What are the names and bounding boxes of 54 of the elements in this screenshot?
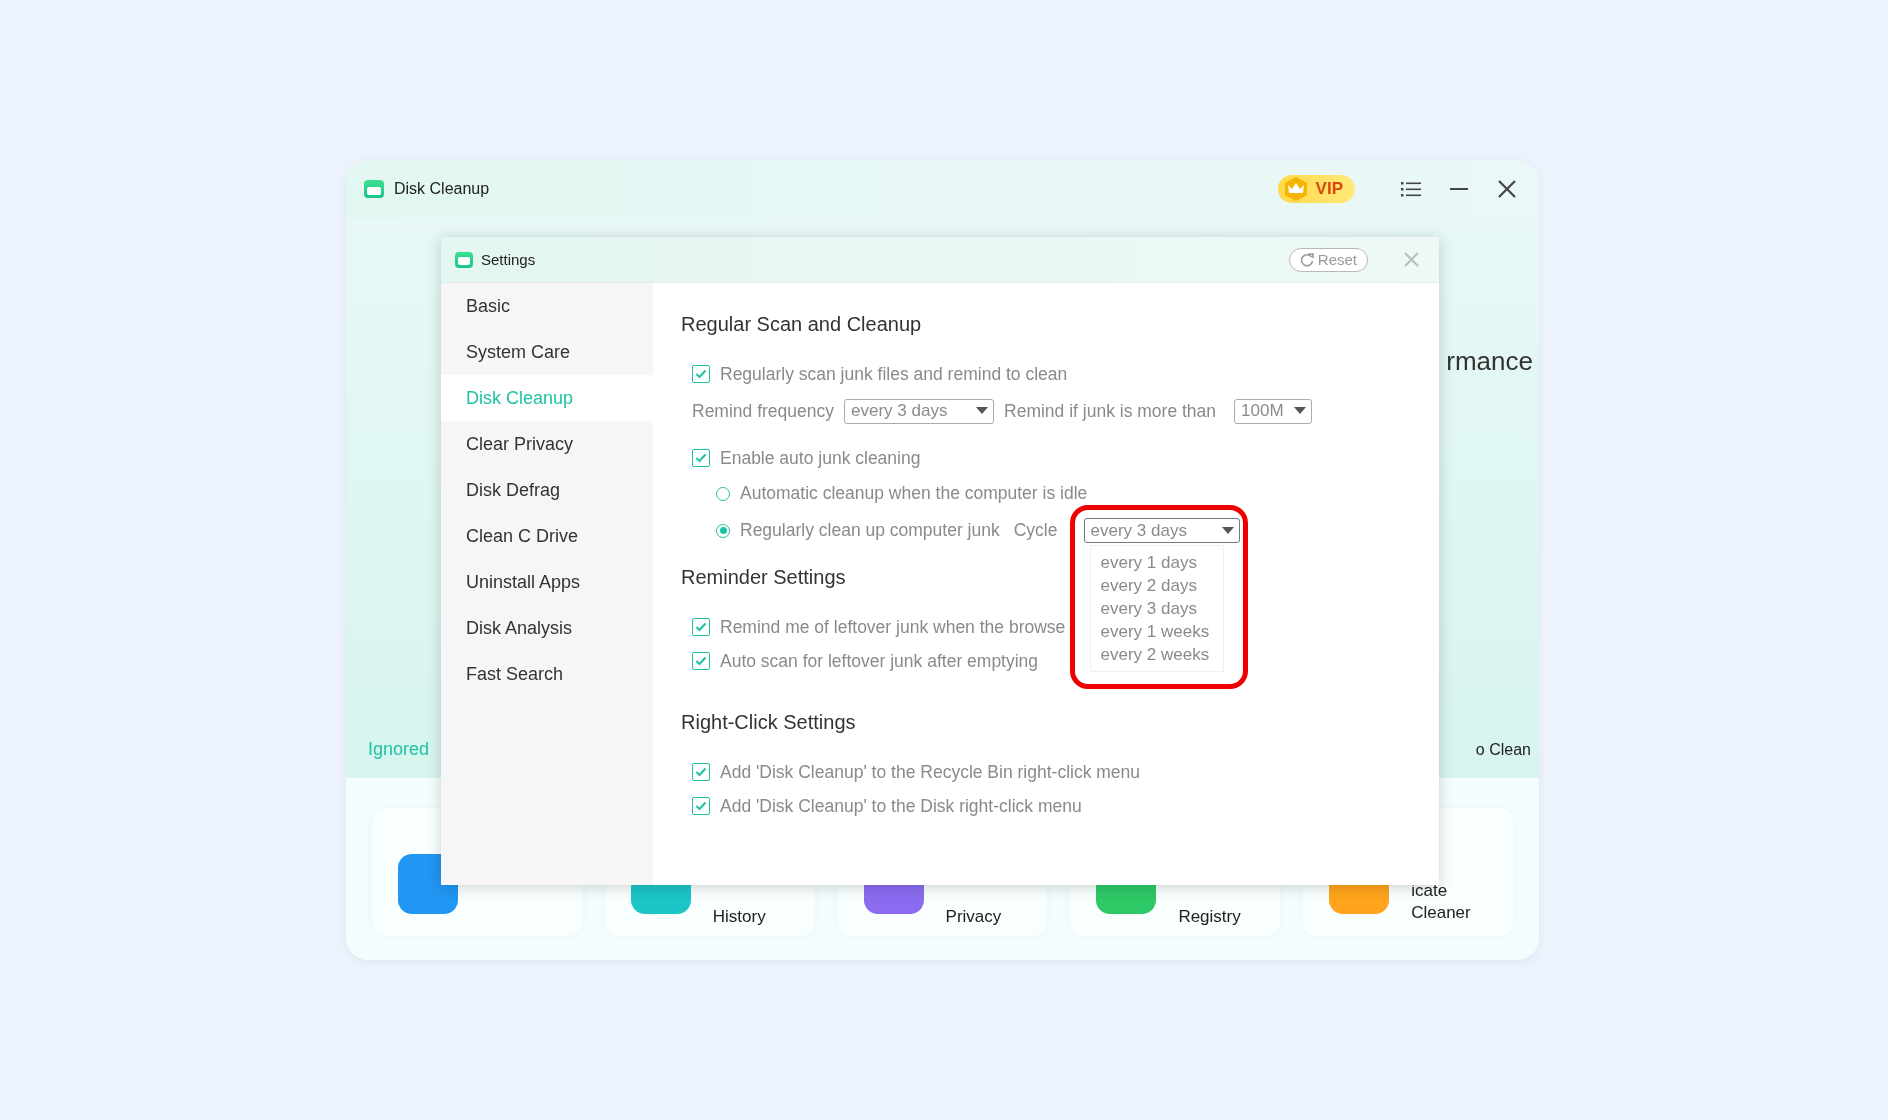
dropdown-option[interactable]: every 2 days	[1090, 574, 1223, 597]
dropdown-select[interactable]: every 3 days	[844, 398, 995, 424]
sidebar-item[interactable]: Basic	[441, 283, 653, 329]
dropdown-option[interactable]: every 2 weeks	[1090, 643, 1223, 666]
section-title: Right-Click Settings	[681, 711, 856, 735]
reset-button[interactable]: Reset	[1288, 247, 1368, 272]
section-title: Reminder Settings	[681, 566, 846, 590]
checkbox[interactable]	[692, 797, 710, 815]
checkbox-label: Add 'Disk Cleanup' to the Recycle Bin right-click menu	[720, 761, 1141, 783]
field-label: Remind if junk is more than	[1004, 400, 1217, 422]
sidebar-item[interactable]: Disk Defrag	[441, 467, 653, 513]
sidebar-item[interactable]: Uninstall Apps	[441, 559, 653, 605]
tool-label: Privacy	[945, 906, 1002, 928]
field-label: Cycle	[1013, 520, 1058, 541]
vip-badge[interactable]: VIP	[1277, 175, 1355, 203]
checkbox[interactable]	[692, 365, 710, 383]
checkbox[interactable]	[692, 763, 710, 781]
field-label: Remind frequency	[692, 400, 835, 422]
checkbox[interactable]	[692, 449, 710, 467]
clean-label: o Clean	[1475, 740, 1531, 759]
app-icon	[364, 180, 384, 198]
checkbox-label: Auto scan for leftover junk after emptying	[720, 650, 1039, 672]
sidebar-item[interactable]: Fast Search	[441, 651, 653, 697]
checkbox-label: Regularly scan junk files and remind to clean	[720, 363, 1068, 385]
caret-icon	[1221, 526, 1234, 535]
checkbox[interactable]	[692, 618, 710, 636]
sidebar-item[interactable]: System Care	[441, 329, 653, 375]
headline: rmance	[1446, 346, 1534, 377]
dropdown-option[interactable]: every 3 days	[1090, 597, 1223, 620]
window-title: Disk Cleanup	[394, 180, 491, 198]
tool-label: History	[712, 906, 766, 928]
checkbox-label: Enable auto junk cleaning	[720, 447, 921, 469]
reset-icon	[1299, 252, 1314, 267]
checkbox[interactable]	[692, 652, 710, 670]
dialog-title: Settings	[481, 251, 537, 268]
sidebar-item[interactable]: Clean C Drive	[441, 513, 653, 559]
radio-label: Regularly clean up computer junk	[740, 520, 1000, 541]
caret-icon	[1294, 407, 1307, 415]
dropdown-option[interactable]: every 1 weeks	[1090, 620, 1223, 643]
checkbox-label: Add 'Disk Cleanup' to the Disk right-click menu	[720, 795, 1082, 817]
dropdown-select[interactable]: 100M	[1234, 398, 1313, 424]
settings-icon	[455, 251, 473, 268]
ignored-link[interactable]: Ignored	[368, 739, 430, 760]
checkbox-label: Remind me of leftover junk when the browse	[720, 616, 1066, 638]
tool-label: icate Cleaner	[1411, 880, 1471, 924]
dropdown-option[interactable]: every 1 days	[1090, 551, 1223, 574]
section-title: Regular Scan and Cleanup	[681, 313, 922, 337]
sidebar-item[interactable]: Disk Cleanup	[441, 375, 653, 421]
tool-label: Registry	[1178, 906, 1241, 928]
caret-icon	[976, 407, 989, 415]
sidebar-item[interactable]: Clear Privacy	[441, 421, 653, 467]
dropdown-select[interactable]: every 3 days	[1083, 518, 1240, 543]
radio-label: Automatic cleanup when the computer is idle	[740, 483, 1088, 504]
sidebar-item[interactable]: Disk Analysis	[441, 605, 653, 651]
